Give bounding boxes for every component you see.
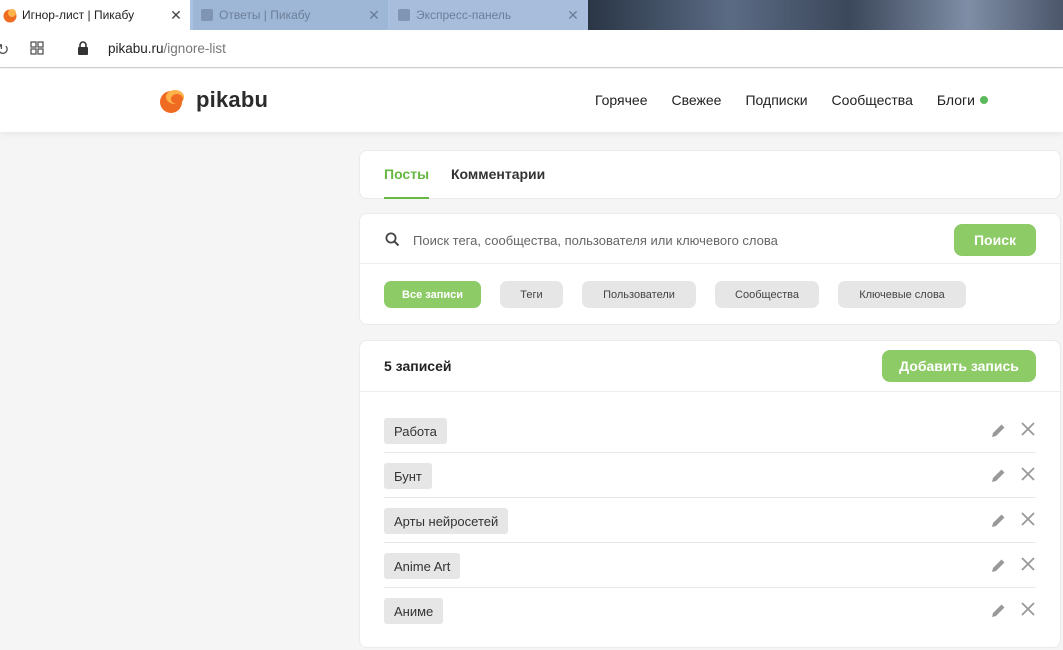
ignore-list: 5 записей Добавить запись Работа Бунт Ар… (359, 340, 1061, 648)
site-header: pikabu Горячее Свежее Подписки Сообществ… (0, 69, 1063, 132)
online-indicator-icon (979, 96, 988, 104)
search-panel: Поиск Все записи Теги Пользователи Сообщ… (359, 213, 1061, 325)
ignore-list-tabs: Посты Комментарии (359, 150, 1061, 199)
add-record-button[interactable]: Добавить запись (882, 350, 1036, 382)
filter-all[interactable]: Все записи (384, 281, 481, 308)
browser-tabbar: Игнор-лист | Пикабу ✕ Ответы | Пикабу ✕ … (0, 0, 1063, 30)
close-icon[interactable] (1020, 601, 1036, 617)
browser-tab[interactable]: Ответы | Пикабу ✕ (193, 0, 388, 30)
list-item: Аниме (384, 588, 1036, 633)
pencil-icon[interactable] (991, 603, 1006, 618)
tab-favicon-icon (201, 9, 213, 21)
ignored-tag[interactable]: Арты нейросетей (384, 508, 509, 534)
tab-posts[interactable]: Посты (384, 166, 430, 199)
nav-blogs-label: Блоги (936, 92, 975, 108)
browser-tab-title: Игнор-лист | Пикабу (22, 8, 135, 22)
filter-tags[interactable]: Теги (500, 281, 563, 308)
tab-comments[interactable]: Комментарии (451, 166, 545, 182)
site-logo[interactable]: pikabu (159, 86, 268, 114)
tab-favicon-icon (398, 9, 410, 21)
browser-tab[interactable]: Экспресс-панель ✕ (390, 0, 587, 30)
ignored-tag[interactable]: Anime Art (384, 553, 461, 579)
nav-subscriptions[interactable]: Подписки (745, 92, 807, 108)
main-nav: Горячее Свежее Подписки Сообщества Блоги (595, 92, 988, 108)
ignore-list-header: 5 записей Добавить запись (360, 341, 1060, 392)
ignored-tag[interactable]: Бунт (384, 463, 432, 489)
records-count: 5 записей (384, 358, 452, 374)
filter-keywords[interactable]: Ключевые слова (838, 281, 966, 308)
nav-communities[interactable]: Сообщества (832, 92, 913, 108)
list-item: Бунт (384, 453, 1036, 498)
search-input[interactable] (413, 230, 933, 250)
browser-tab-title: Ответы | Пикабу (219, 8, 311, 22)
nav-blogs[interactable]: Блоги (937, 92, 988, 108)
filter-communities[interactable]: Сообщества (715, 281, 819, 308)
browser-tab-active[interactable]: Игнор-лист | Пикабу ✕ (0, 0, 190, 30)
search-row: Поиск (360, 214, 1060, 264)
address-bar: ↻ pikabu.ru/ignore-list (0, 30, 1063, 68)
pikabu-favicon-icon (3, 9, 17, 23)
filter-users[interactable]: Пользователи (582, 281, 696, 308)
close-icon[interactable]: ✕ (563, 7, 583, 24)
list-item: Anime Art (384, 543, 1036, 588)
list-item: Работа (384, 408, 1036, 453)
reload-icon[interactable]: ↻ (0, 40, 10, 59)
speed-dial-icon[interactable] (30, 41, 44, 55)
pencil-icon[interactable] (991, 423, 1006, 438)
logo-text: pikabu (196, 87, 269, 112)
search-icon (385, 232, 400, 247)
nav-fresh[interactable]: Свежее (672, 92, 722, 108)
list-item: Арты нейросетей (384, 498, 1036, 543)
nav-hot[interactable]: Горячее (595, 92, 648, 108)
close-icon[interactable] (1020, 511, 1036, 527)
close-icon[interactable] (1020, 556, 1036, 572)
close-icon[interactable]: ✕ (364, 7, 384, 24)
url-text[interactable]: pikabu.ru/ignore-list (108, 41, 226, 56)
search-button[interactable]: Поиск (954, 224, 1036, 256)
lock-icon[interactable] (77, 41, 89, 55)
pencil-icon[interactable] (991, 468, 1006, 483)
tabbar-background (588, 0, 1063, 30)
close-icon[interactable] (1020, 466, 1036, 482)
browser-tab-title: Экспресс-панель (416, 8, 512, 22)
filter-chips: Все записи Теги Пользователи Сообщества … (384, 281, 985, 308)
ignored-tag[interactable]: Аниме (384, 598, 444, 624)
ignore-list-rows: Работа Бунт Арты нейросетей Anime Art Ан… (384, 408, 1036, 633)
pikabu-logo-icon (160, 90, 184, 113)
ignored-tag[interactable]: Работа (384, 418, 447, 444)
pencil-icon[interactable] (991, 558, 1006, 573)
close-icon[interactable] (1020, 421, 1036, 437)
pencil-icon[interactable] (991, 513, 1006, 528)
close-icon[interactable]: ✕ (166, 7, 186, 24)
